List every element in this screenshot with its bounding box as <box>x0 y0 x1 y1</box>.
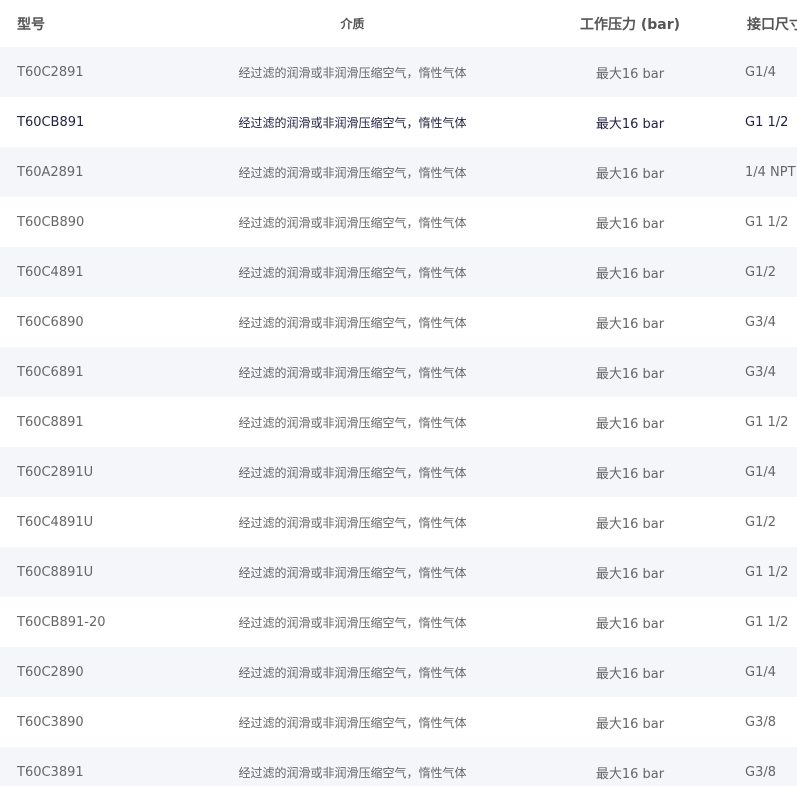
header-medium: 介质 <box>140 0 565 47</box>
cell-port: G3/4 <box>695 347 797 397</box>
cell-pressure: 最大16 bar <box>565 397 695 447</box>
table-row[interactable]: T60CB891 经过滤的润滑或非润滑压缩空气，惰性气体 最大16 bar G1 1/… <box>0 97 797 147</box>
cell-model: T60A2891 <box>0 147 140 197</box>
cell-model: T60CB890 <box>0 197 140 247</box>
cell-port: G1/2 <box>695 497 797 547</box>
table-body: T60C2891 经过滤的润滑或非润滑压缩空气，惰性气体 最大16 bar G1/4 T… <box>0 47 797 786</box>
cell-pressure: 最大16 bar <box>565 297 695 347</box>
cell-medium: 经过滤的润滑或非润滑压缩空气，惰性气体 <box>140 547 565 597</box>
table-row[interactable]: T60C2891U 经过滤的润滑或非润滑压缩空气，惰性气体 最大16 bar G1/4 <box>0 447 797 497</box>
cell-pressure: 最大16 bar <box>565 697 695 747</box>
header-port: 接口尺寸 <box>695 0 797 47</box>
cell-model: T60CB891 <box>0 97 140 147</box>
cell-port: G1 1/2 <box>695 397 797 447</box>
cell-medium: 经过滤的润滑或非润滑压缩空气，惰性气体 <box>140 747 565 786</box>
spec-table: 型号 介质 工作压力 (bar) 接口尺寸 T60C2891 经过滤的润滑或非润滑… <box>0 0 797 786</box>
cell-model: T60CB891-20 <box>0 597 140 647</box>
cell-model: T60C3890 <box>0 697 140 747</box>
table-row[interactable]: T60C2890 经过滤的润滑或非润滑压缩空气，惰性气体 最大16 bar G1/4 <box>0 647 797 697</box>
cell-port: 1/4 NPT <box>695 147 797 197</box>
cell-model: T60C4891 <box>0 247 140 297</box>
table-row[interactable]: T60C2891 经过滤的润滑或非润滑压缩空气，惰性气体 最大16 bar G1/4 <box>0 47 797 97</box>
cell-port: G1/2 <box>695 247 797 297</box>
cell-medium: 经过滤的润滑或非润滑压缩空气，惰性气体 <box>140 197 565 247</box>
table-row[interactable]: T60C6891 经过滤的润滑或非润滑压缩空气，惰性气体 最大16 bar G3/4 <box>0 347 797 397</box>
cell-port: G1/4 <box>695 647 797 697</box>
table-row[interactable]: T60C4891 经过滤的润滑或非润滑压缩空气，惰性气体 最大16 bar G1/2 <box>0 247 797 297</box>
cell-pressure: 最大16 bar <box>565 597 695 647</box>
cell-medium: 经过滤的润滑或非润滑压缩空气，惰性气体 <box>140 47 565 97</box>
table-row[interactable]: T60C4891U 经过滤的润滑或非润滑压缩空气，惰性气体 最大16 bar G1/2 <box>0 497 797 547</box>
cell-pressure: 最大16 bar <box>565 447 695 497</box>
cell-pressure: 最大16 bar <box>565 197 695 247</box>
cell-medium: 经过滤的润滑或非润滑压缩空气，惰性气体 <box>140 497 565 547</box>
table-row[interactable]: T60C8891U 经过滤的润滑或非润滑压缩空气，惰性气体 最大16 bar G1 1… <box>0 547 797 597</box>
cell-port: G3/8 <box>695 747 797 786</box>
header-pressure: 工作压力 (bar) <box>565 0 695 47</box>
cell-medium: 经过滤的润滑或非润滑压缩空气，惰性气体 <box>140 147 565 197</box>
cell-pressure: 最大16 bar <box>565 97 695 147</box>
table-row[interactable]: T60C3890 经过滤的润滑或非润滑压缩空气，惰性气体 最大16 bar G3/8 <box>0 697 797 747</box>
cell-pressure: 最大16 bar <box>565 347 695 397</box>
cell-model: T60C2890 <box>0 647 140 697</box>
table-row[interactable]: T60CB891-20 经过滤的润滑或非润滑压缩空气，惰性气体 最大16 bar G1… <box>0 597 797 647</box>
cell-medium: 经过滤的润滑或非润滑压缩空气，惰性气体 <box>140 647 565 697</box>
cell-port: G1 1/2 <box>695 97 797 147</box>
cell-model: T60C6890 <box>0 297 140 347</box>
cell-pressure: 最大16 bar <box>565 497 695 547</box>
cell-medium: 经过滤的润滑或非润滑压缩空气，惰性气体 <box>140 347 565 397</box>
cell-port: G1/4 <box>695 447 797 497</box>
cell-medium: 经过滤的润滑或非润滑压缩空气，惰性气体 <box>140 697 565 747</box>
table-row[interactable]: T60C3891 经过滤的润滑或非润滑压缩空气，惰性气体 最大16 bar G3/8 <box>0 747 797 786</box>
cell-port: G1 1/2 <box>695 597 797 647</box>
spec-table-viewport: 型号 介质 工作压力 (bar) 接口尺寸 T60C2891 经过滤的润滑或非润滑… <box>0 0 797 786</box>
cell-medium: 经过滤的润滑或非润滑压缩空气，惰性气体 <box>140 447 565 497</box>
cell-model: T60C6891 <box>0 347 140 397</box>
cell-model: T60C8891U <box>0 547 140 597</box>
cell-model: T60C2891U <box>0 447 140 497</box>
cell-port: G3/4 <box>695 297 797 347</box>
cell-pressure: 最大16 bar <box>565 247 695 297</box>
table-row[interactable]: T60C8891 经过滤的润滑或非润滑压缩空气，惰性气体 最大16 bar G1 1/… <box>0 397 797 447</box>
cell-port: G1/4 <box>695 47 797 97</box>
cell-pressure: 最大16 bar <box>565 147 695 197</box>
table-header: 型号 介质 工作压力 (bar) 接口尺寸 <box>0 0 797 47</box>
cell-model: T60C2891 <box>0 47 140 97</box>
cell-medium: 经过滤的润滑或非润滑压缩空气，惰性气体 <box>140 97 565 147</box>
cell-medium: 经过滤的润滑或非润滑压缩空气，惰性气体 <box>140 597 565 647</box>
table-row[interactable]: T60CB890 经过滤的润滑或非润滑压缩空气，惰性气体 最大16 bar G1 1/… <box>0 197 797 247</box>
cell-medium: 经过滤的润滑或非润滑压缩空气，惰性气体 <box>140 297 565 347</box>
cell-pressure: 最大16 bar <box>565 47 695 97</box>
cell-pressure: 最大16 bar <box>565 747 695 786</box>
cell-medium: 经过滤的润滑或非润滑压缩空气，惰性气体 <box>140 397 565 447</box>
cell-port: G1 1/2 <box>695 197 797 247</box>
table-row[interactable]: T60C6890 经过滤的润滑或非润滑压缩空气，惰性气体 最大16 bar G3/4 <box>0 297 797 347</box>
cell-model: T60C3891 <box>0 747 140 786</box>
cell-model: T60C4891U <box>0 497 140 547</box>
cell-pressure: 最大16 bar <box>565 647 695 697</box>
cell-pressure: 最大16 bar <box>565 547 695 597</box>
cell-model: T60C8891 <box>0 397 140 447</box>
header-model: 型号 <box>0 0 140 47</box>
cell-port: G1 1/2 <box>695 547 797 597</box>
table-header-row: 型号 介质 工作压力 (bar) 接口尺寸 <box>0 0 797 47</box>
table-row[interactable]: T60A2891 经过滤的润滑或非润滑压缩空气，惰性气体 最大16 bar 1/4 N… <box>0 147 797 197</box>
cell-port: G3/8 <box>695 697 797 747</box>
cell-medium: 经过滤的润滑或非润滑压缩空气，惰性气体 <box>140 247 565 297</box>
